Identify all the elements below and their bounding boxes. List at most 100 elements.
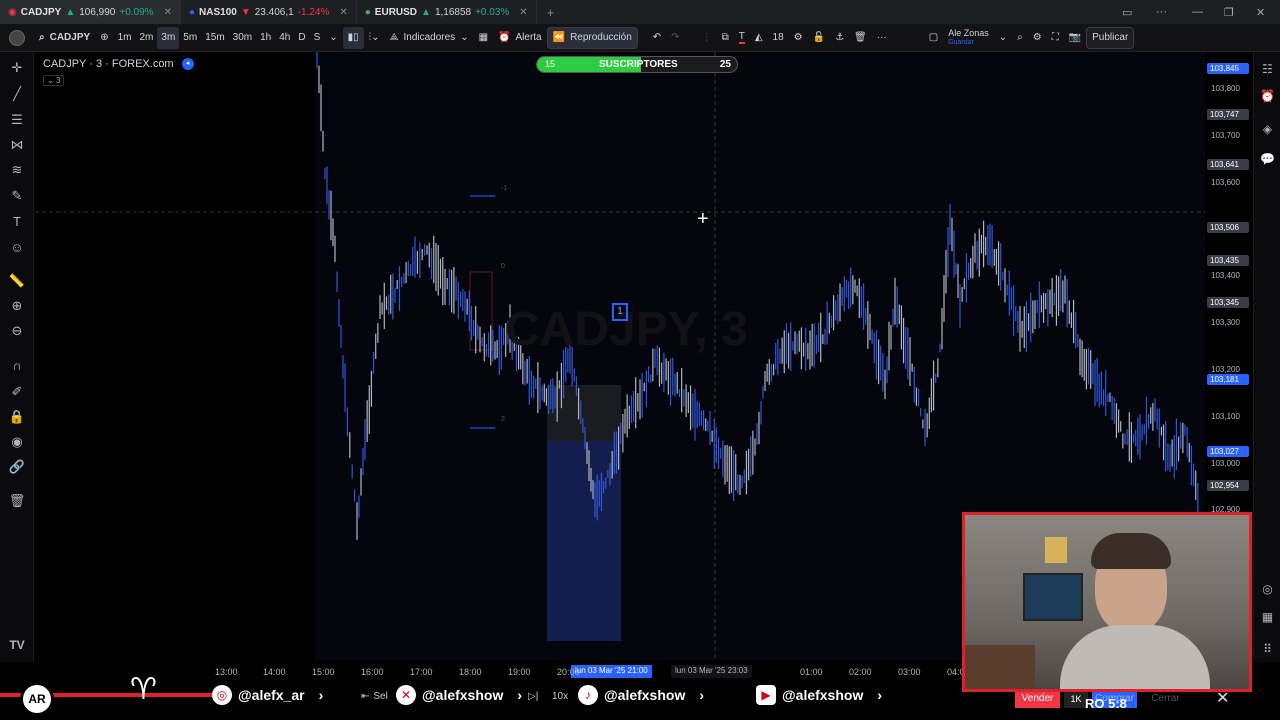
close-position-button[interactable]: Cerrar <box>1143 690 1188 708</box>
fullscreen-button[interactable]: ⛶ <box>1047 27 1064 49</box>
ruler-tool[interactable]: 📏 <box>0 273 34 289</box>
zoom-in-tool[interactable]: ⊕ <box>0 298 34 314</box>
avatar[interactable] <box>0 27 34 49</box>
interval-dropdown[interactable]: ⌄ <box>324 27 342 49</box>
step-forward-button[interactable]: ▷| <box>528 691 538 702</box>
indicators-label: Indicadores <box>403 32 456 43</box>
publish-button[interactable]: Publicar <box>1086 26 1135 49</box>
close-tab-icon[interactable]: ✕ <box>164 7 172 18</box>
youtube-handle[interactable]: ▶ @alefxshow › <box>756 684 882 706</box>
price-level-label: 103,600 <box>1211 177 1240 187</box>
quick-search-button[interactable]: ⌕ <box>1012 27 1028 49</box>
crosshair-tool[interactable]: ✛ <box>0 60 34 76</box>
sell-button[interactable]: Vender <box>1015 690 1060 708</box>
tab-cadjpy[interactable]: ◉ CADJPY ▲ 106,990 +0.09% ✕ <box>0 0 181 24</box>
tab-change: +0.09% <box>119 6 154 18</box>
more-dots-icon[interactable]: ··· <box>1156 0 1167 24</box>
chart-type-button[interactable]: ⫶ ⌄ <box>364 27 385 49</box>
text-color-button[interactable]: T <box>734 27 750 49</box>
lock-drawings-tool[interactable]: 🔒 <box>0 409 34 425</box>
undo-button[interactable]: ↶ <box>648 27 666 49</box>
time-label: 15:00 <box>312 667 335 677</box>
stay-drawing-tool[interactable]: ✐ <box>0 384 34 400</box>
interval-3m[interactable]: 3m <box>157 26 180 49</box>
object-tree-button[interactable]: ⧉ <box>717 27 734 49</box>
interval-S[interactable]: S <box>310 27 325 49</box>
legend-status-icon[interactable]: ◂ <box>181 58 194 70</box>
layout-name[interactable]: Ale Zonas Guardar <box>943 27 994 49</box>
close-window-icon[interactable]: ✕ <box>1256 0 1265 24</box>
pattern-tool[interactable]: ⋈ <box>0 137 34 153</box>
fill-color-button[interactable]: ◭ <box>750 27 768 49</box>
apps-button[interactable]: ⠿ <box>1254 642 1280 656</box>
replay-speed[interactable]: 10x <box>552 691 568 702</box>
emoji-tool[interactable]: ☺ <box>0 240 34 255</box>
magnet-tool[interactable]: ∩ <box>0 358 34 373</box>
tiktok-handle[interactable]: ♪ @alefxshow › <box>578 684 704 706</box>
interval-1h[interactable]: 1h <box>256 27 275 49</box>
link-tool[interactable]: 🔗 <box>0 459 34 475</box>
tab-symbol: CADJPY <box>20 6 62 18</box>
indicators-button[interactable]: ⟁ Indicadores ⌄ <box>385 27 474 49</box>
line-tool[interactable]: ╱ <box>0 86 34 102</box>
brush-tool[interactable]: ✎ <box>0 188 34 204</box>
interval-1m[interactable]: 1m <box>114 27 136 49</box>
more-button[interactable]: ··· <box>872 27 892 49</box>
fib-tool[interactable]: ☰ <box>0 112 34 128</box>
zoom-out-tool[interactable]: ⊖ <box>0 323 34 339</box>
new-tab-icon[interactable]: + <box>547 5 555 20</box>
bar-style-button[interactable]: ▮▯ <box>342 26 364 49</box>
chevron-right-icon: › <box>699 687 705 703</box>
delete-button[interactable]: 🗑 <box>849 27 872 49</box>
remove-drawings-tool[interactable]: 🗑 <box>0 493 34 509</box>
chat-button[interactable]: 💬 <box>1254 152 1280 166</box>
alert-button[interactable]: ⏰ Alerta <box>493 27 547 49</box>
interval-D[interactable]: D <box>294 27 309 49</box>
chart-settings-button[interactable]: ⚙ <box>1028 27 1047 49</box>
close-tab-icon[interactable]: ✕ <box>519 7 527 18</box>
layers-button[interactable]: ◈ <box>1254 122 1280 136</box>
window-icon[interactable]: ▭ <box>1122 0 1132 24</box>
hide-drawings-tool[interactable]: ◉ <box>0 434 34 450</box>
legend-collapse-button[interactable]: ⌄ 3 <box>43 75 65 86</box>
tab-nas100[interactable]: ● NAS100 ▼ 23.406,1 -1.24% ✕ <box>181 0 357 24</box>
text-tool[interactable]: T <box>0 214 34 229</box>
target-button[interactable]: ◎ <box>1254 582 1280 596</box>
layouts-button[interactable]: ▦ <box>474 27 493 49</box>
x-handle[interactable]: ✕ @alefxshow › <box>396 684 522 706</box>
layout-toggle[interactable]: ▢ <box>924 27 943 49</box>
tab-eurusd[interactable]: ● EURUSD ▲ 1,16858 +0.03% ✕ <box>357 0 537 24</box>
symbol-search[interactable]: ⌕ CADJPY <box>34 27 95 49</box>
maximize-icon[interactable]: ❐ <box>1224 0 1234 24</box>
font-size-select[interactable]: 18 <box>768 27 789 49</box>
alerts-button[interactable]: ⏰ <box>1254 89 1280 103</box>
instagram-handle[interactable]: ◎ @alefx_ar › <box>212 684 323 706</box>
calendar-button[interactable]: ▦ <box>1254 610 1280 624</box>
trade-marker[interactable]: 1 <box>612 303 628 321</box>
redo-button[interactable]: ↷ <box>666 27 684 49</box>
interval-4h[interactable]: 4h <box>275 27 294 49</box>
layout-dropdown[interactable]: ⌄ <box>994 27 1012 49</box>
replay-label: Reproducción <box>570 32 632 43</box>
minimize-icon[interactable]: — <box>1192 0 1203 24</box>
more-dots-icon: ··· <box>876 32 887 43</box>
subscribers-progress: 15 SUSCRIPTORES 25 <box>536 56 738 73</box>
replay-button[interactable]: ⏪ Reproducción <box>546 26 638 49</box>
lock-button[interactable]: 🔓 <box>808 27 830 49</box>
trash-icon: 🗑 <box>8 493 26 508</box>
anchor-button[interactable]: ⚓ <box>830 27 849 49</box>
interval-30m[interactable]: 30m <box>229 27 256 49</box>
interval-2m[interactable]: 2m <box>135 27 157 49</box>
interval-5m[interactable]: 5m <box>179 27 201 49</box>
close-tab-icon[interactable]: ✕ <box>339 7 347 18</box>
forecast-tool[interactable]: ≋ <box>0 162 34 178</box>
drag-handle[interactable]: ⋮ <box>697 27 717 49</box>
compare-symbol-button[interactable]: ⊕ <box>95 27 113 49</box>
watchlist-button[interactable]: ☷ <box>1254 62 1280 76</box>
time-label: 03:00 <box>898 667 921 677</box>
brush-icon: ✎ <box>11 188 23 203</box>
snapshot-button[interactable]: 📷 <box>1064 27 1086 49</box>
settings-button[interactable]: ⚙ <box>789 27 808 49</box>
select-bar-button[interactable]: ⇤ Sel <box>361 691 388 702</box>
interval-15m[interactable]: 15m <box>201 27 228 49</box>
